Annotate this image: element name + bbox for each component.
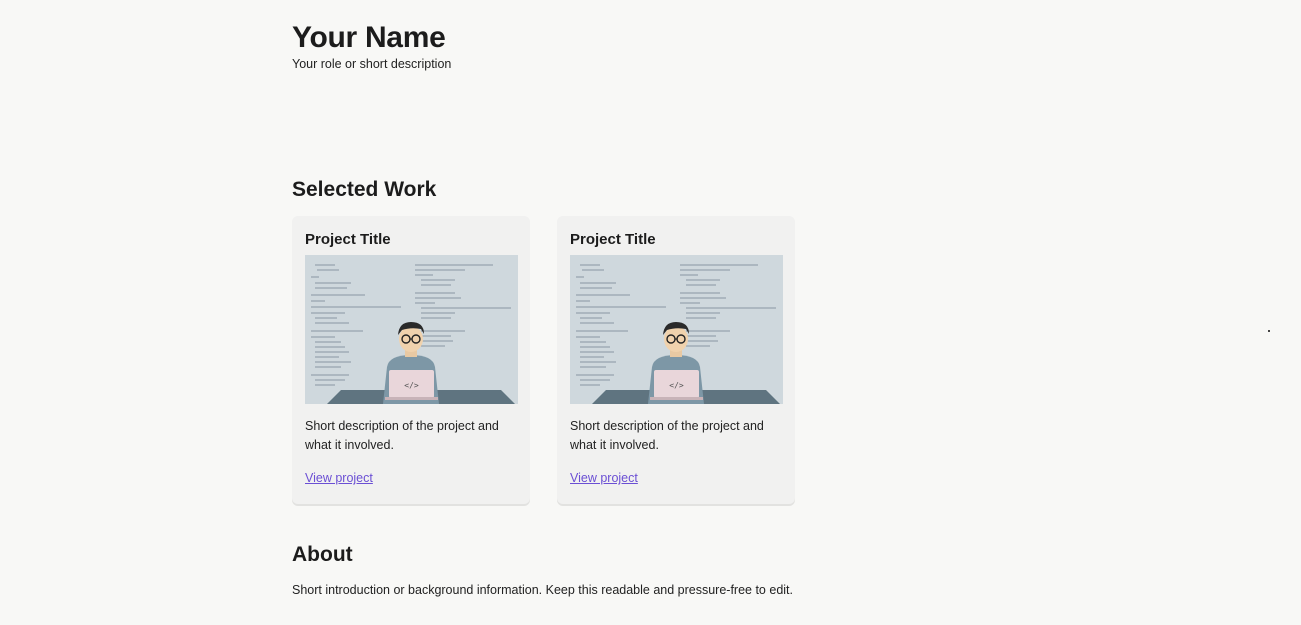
site-name: Your Name [292,21,446,54]
about-heading: About [292,543,353,566]
site-role: Your role or short description [292,57,452,71]
laptop-code-symbol: </> [669,381,684,390]
project-description: Short description of the project and wha… [570,419,764,452]
laptop-code-symbol: </> [404,381,419,390]
about-text: Short introduction or background informa… [292,583,793,597]
view-project-link[interactable]: View project [570,470,638,486]
view-project-link[interactable]: View project [305,470,373,486]
developer-illustration-icon: </> [570,255,783,404]
project-title: Project Title [305,231,391,248]
developer-illustration-icon: </> [305,255,518,404]
selected-work-heading: Selected Work [292,178,437,201]
stray-dot [1268,330,1270,332]
project-card: Project Title </> Short description of t… [557,216,795,504]
project-title: Project Title [570,231,656,248]
project-thumbnail: </> [570,255,783,404]
project-card: Project Title </> Short description of t… [292,216,530,504]
project-description: Short description of the project and wha… [305,419,499,452]
project-thumbnail: </> [305,255,518,404]
